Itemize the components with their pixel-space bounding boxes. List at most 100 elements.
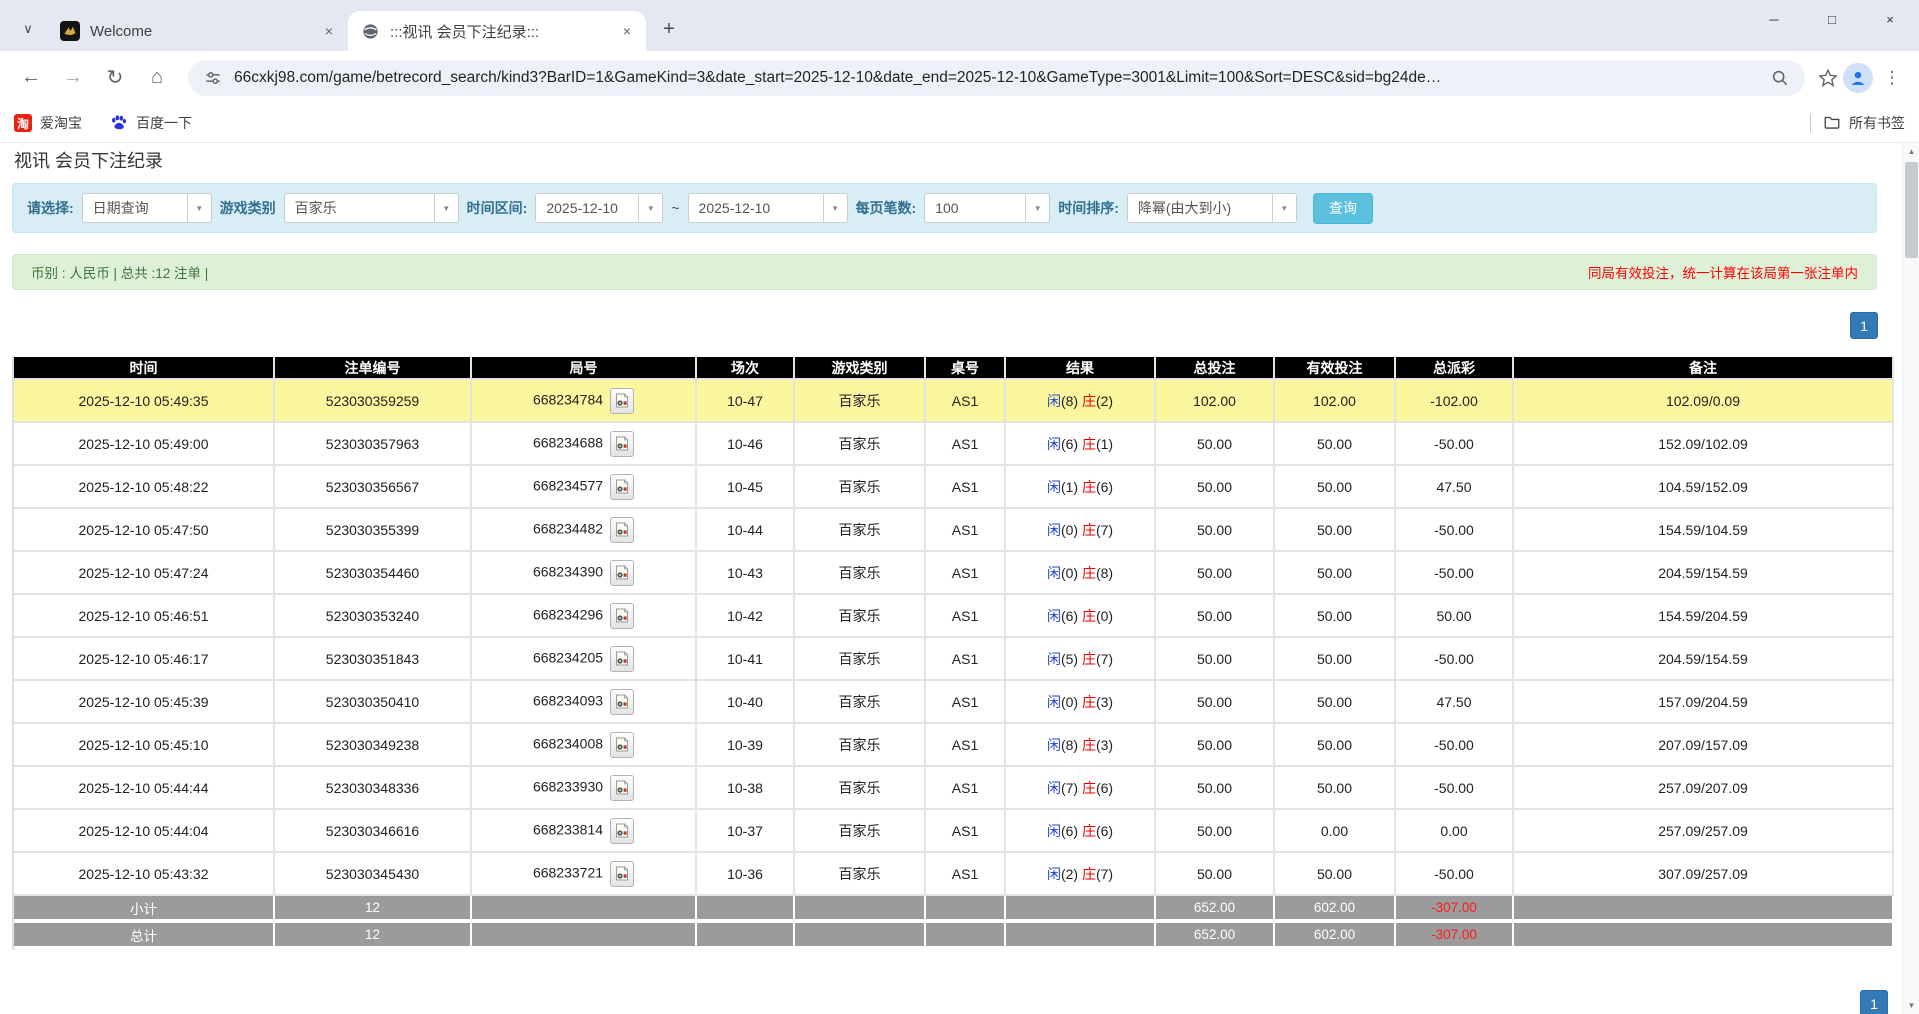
video-replay-button[interactable] bbox=[610, 689, 634, 715]
video-replay-button[interactable] bbox=[610, 646, 634, 672]
round-cell: 668234688 bbox=[472, 423, 697, 466]
result-part: 庄 bbox=[1082, 866, 1096, 882]
tab-search-button[interactable]: ∨ bbox=[14, 15, 42, 43]
remark-cell: 257.09/257.09 bbox=[1514, 810, 1894, 853]
scrollbar-thumb[interactable] bbox=[1905, 162, 1918, 258]
result-part: (7) bbox=[1096, 866, 1113, 882]
back-button[interactable]: ← bbox=[12, 59, 50, 97]
reload-button[interactable]: ↻ bbox=[96, 59, 134, 97]
video-replay-button[interactable] bbox=[610, 517, 634, 543]
bookmark-star-icon[interactable] bbox=[1817, 67, 1839, 89]
result-part: (0) bbox=[1061, 522, 1082, 538]
bet-id-cell: 523030356567 bbox=[275, 466, 472, 509]
game-type-cell: 百家乐 bbox=[795, 466, 926, 509]
game-type-cell: 百家乐 bbox=[795, 853, 926, 896]
result-part: 闲 bbox=[1047, 522, 1061, 538]
sort-select[interactable]: 降幂(由大到小) ▼ bbox=[1127, 193, 1297, 223]
address-bar[interactable]: 66cxkj98.com/game/betrecord_search/kind3… bbox=[188, 60, 1805, 96]
bet-record-row: 2025-12-10 05:47:50523030355399668234482… bbox=[14, 509, 1894, 552]
valid-bet-cell: 0.00 bbox=[1275, 810, 1396, 853]
window-maximize-button[interactable]: □ bbox=[1803, 0, 1861, 38]
all-bookmarks-button[interactable]: 所有书签 bbox=[1823, 113, 1905, 134]
bookmarks-divider bbox=[1810, 113, 1811, 133]
total-bet-cell: 50.00 bbox=[1156, 638, 1275, 681]
home-button[interactable]: ⌂ bbox=[138, 59, 176, 97]
bet-id-cell: 523030346616 bbox=[275, 810, 472, 853]
query-mode-select[interactable]: 日期查询 ▼ bbox=[82, 193, 212, 223]
bet-id-cell: 523030351843 bbox=[275, 638, 472, 681]
result-part: (7) bbox=[1096, 522, 1113, 538]
bookmark-baidu[interactable]: 百度一下 bbox=[110, 113, 192, 134]
summary-cell: 12 bbox=[275, 896, 472, 923]
table-number-cell: AS1 bbox=[926, 724, 1006, 767]
result-part: (7) bbox=[1061, 780, 1082, 796]
forward-button[interactable]: → bbox=[54, 59, 92, 97]
summary-cell bbox=[926, 896, 1006, 923]
date-end-value: 2025-12-10 bbox=[689, 200, 823, 216]
bookmarks-bar: 淘 爱淘宝 百度一下 所有书签 bbox=[0, 104, 1919, 143]
window-close-button[interactable]: × bbox=[1861, 0, 1919, 38]
remark-cell: 204.59/154.59 bbox=[1514, 638, 1894, 681]
video-replay-button[interactable] bbox=[610, 732, 634, 758]
video-replay-button[interactable] bbox=[610, 603, 634, 629]
game-type-select[interactable]: 百家乐 ▼ bbox=[284, 193, 459, 223]
profile-avatar[interactable] bbox=[1843, 63, 1873, 93]
round-cell: 668234577 bbox=[472, 466, 697, 509]
video-replay-button[interactable] bbox=[610, 560, 634, 586]
bet-id-cell: 523030354460 bbox=[275, 552, 472, 595]
browser-menu-icon[interactable]: ⋮ bbox=[1877, 63, 1907, 93]
game-type-cell: 百家乐 bbox=[795, 724, 926, 767]
game-type-cell: 百家乐 bbox=[795, 380, 926, 423]
time-cell: 2025-12-10 05:47:50 bbox=[14, 509, 275, 552]
result-part: 庄 bbox=[1082, 823, 1096, 839]
total-bet-cell: 50.00 bbox=[1156, 466, 1275, 509]
video-replay-button[interactable] bbox=[610, 474, 634, 500]
site-settings-icon[interactable] bbox=[202, 67, 224, 89]
session-cell: 10-42 bbox=[697, 595, 795, 638]
tab-bet-records[interactable]: :::视讯 会员下注纪录::: × bbox=[348, 11, 646, 51]
session-cell: 10-41 bbox=[697, 638, 795, 681]
column-header: 游戏类别 bbox=[795, 357, 926, 380]
tab-close-icon[interactable]: × bbox=[320, 22, 338, 40]
search-button[interactable]: 查询 bbox=[1313, 193, 1373, 224]
result-part: (6) bbox=[1096, 479, 1113, 495]
date-end-select[interactable]: 2025-12-10 ▼ bbox=[688, 193, 848, 223]
bookmark-taobao[interactable]: 淘 爱淘宝 bbox=[14, 113, 82, 133]
window-minimize-button[interactable]: ─ bbox=[1745, 0, 1803, 38]
video-replay-button[interactable] bbox=[610, 775, 634, 801]
vertical-scrollbar[interactable]: ▲ ▼ bbox=[1902, 143, 1919, 1014]
payout-cell: -102.00 bbox=[1396, 380, 1514, 423]
result-part: 闲 bbox=[1047, 436, 1061, 452]
video-replay-button[interactable] bbox=[610, 818, 634, 844]
date-start-select[interactable]: 2025-12-10 ▼ bbox=[535, 193, 663, 223]
page-size-select[interactable]: 100 ▼ bbox=[924, 193, 1050, 223]
zoom-icon[interactable] bbox=[1769, 67, 1791, 89]
bet-table-header-row: 时间注单编号局号场次游戏类别桌号结果总投注有效投注总派彩备注 bbox=[14, 357, 1894, 380]
column-header: 注单编号 bbox=[275, 357, 472, 380]
result-part: (6) bbox=[1096, 780, 1113, 796]
currency-summary-text: 币别 : 人民币 | 总共 :12 注单 | bbox=[31, 262, 208, 282]
tab-welcome[interactable]: Welcome × bbox=[48, 11, 348, 51]
browser-toolbar: ← → ↻ ⌂ 66cxkj98.com/game/betrecord_sear… bbox=[0, 51, 1919, 104]
scroll-up-arrow[interactable]: ▲ bbox=[1903, 143, 1919, 160]
url-text[interactable]: 66cxkj98.com/game/betrecord_search/kind3… bbox=[234, 69, 1759, 87]
new-tab-button[interactable]: + bbox=[654, 15, 684, 45]
result-part: 庄 bbox=[1082, 737, 1096, 753]
tab-close-icon[interactable]: × bbox=[618, 22, 636, 40]
video-file-icon bbox=[615, 780, 629, 795]
video-replay-button[interactable] bbox=[610, 431, 634, 457]
result-part: 闲 bbox=[1047, 651, 1061, 667]
remark-cell: 207.09/157.09 bbox=[1514, 724, 1894, 767]
scroll-down-arrow[interactable]: ▼ bbox=[1903, 997, 1919, 1014]
pagination-page-1-bottom[interactable]: 1 bbox=[1860, 990, 1888, 1014]
result-part: 闲 bbox=[1047, 479, 1061, 495]
video-replay-button[interactable] bbox=[610, 388, 634, 414]
result-cell: 闲(7) 庄(6) bbox=[1006, 767, 1156, 810]
round-cell: 668234093 bbox=[472, 681, 697, 724]
payout-cell: -50.00 bbox=[1396, 724, 1514, 767]
video-replay-button[interactable] bbox=[610, 861, 634, 887]
result-part: (5) bbox=[1061, 651, 1082, 667]
pagination-page-1[interactable]: 1 bbox=[1850, 312, 1878, 339]
bet-record-row: 2025-12-10 05:49:00523030357963668234688… bbox=[14, 423, 1894, 466]
table-number-cell: AS1 bbox=[926, 681, 1006, 724]
